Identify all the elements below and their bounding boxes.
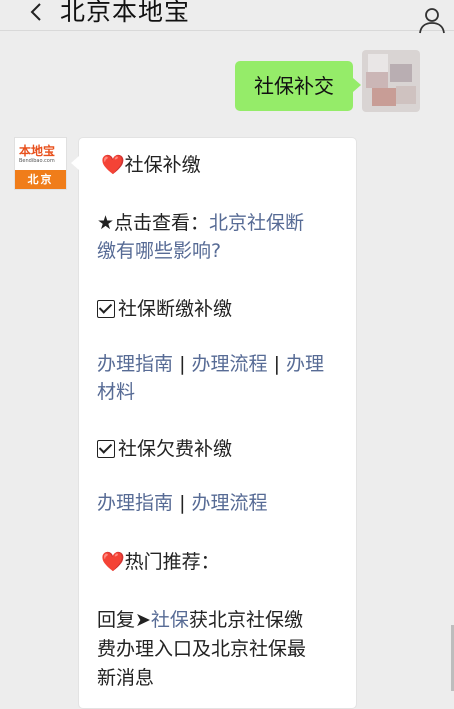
- logo-city: 北京: [15, 170, 66, 189]
- process-link[interactable]: 办理流程: [192, 492, 268, 514]
- section-hot-recommend: ❤️热门推荐：: [101, 551, 220, 573]
- arrears-links: 办理指南 | 办理流程: [97, 489, 268, 517]
- guide-link[interactable]: 办理指南: [97, 353, 173, 375]
- impact-link-cont[interactable]: 缴有哪些影响?: [97, 237, 221, 265]
- materials-link-cont[interactable]: 材料: [97, 378, 135, 406]
- bendibao-avatar[interactable]: 本地宝 Bendibao.com 北京: [14, 137, 67, 190]
- impact-link[interactable]: 北京社保断: [209, 212, 304, 234]
- star-line: ★点击查看：北京社保断: [97, 209, 304, 237]
- heart-icon: ❤️: [101, 551, 125, 573]
- break-pay-links: 办理指南 | 办理流程 | 办理: [97, 350, 324, 378]
- separator: |: [179, 353, 186, 375]
- my-message-bubble[interactable]: 社保补交: [235, 61, 361, 111]
- logo-text: 本地宝: [19, 144, 56, 158]
- separator: |: [273, 353, 280, 375]
- reply-rest: 获北京社保缴: [188, 609, 303, 631]
- chevron-left-icon[interactable]: [22, 0, 52, 28]
- section-social-security-pay: ❤️社保补缴: [101, 154, 201, 176]
- navigation-bar: 北京本地宝: [0, 0, 454, 34]
- reply-rest-line3: 新消息: [97, 667, 155, 689]
- reply-prefix: 回复➤: [97, 609, 151, 631]
- star-prefix: ★点击查看：: [97, 212, 210, 234]
- separator: |: [179, 492, 186, 514]
- section-arrears-pay: 社保欠费补缴: [97, 435, 232, 463]
- reply-bubble: ❤️社保补缴 ★点击查看：北京社保断 缴有哪些影响? 社保断缴补缴 办理指南 |…: [71, 137, 357, 709]
- logo-top: 本地宝 Bendibao.com: [15, 138, 66, 170]
- person-icon[interactable]: [416, 4, 448, 36]
- reply-rest-line2: 费办理入口及北京社保最: [97, 638, 307, 660]
- keyword-link[interactable]: 社保: [151, 609, 189, 631]
- checkbox-icon: [97, 440, 115, 458]
- my-avatar[interactable]: [362, 50, 420, 112]
- section-break-pay: 社保断缴补缴: [97, 295, 232, 323]
- heart-icon: ❤️: [101, 154, 125, 176]
- checkbox-icon: [97, 300, 115, 318]
- process-link[interactable]: 办理流程: [192, 353, 268, 375]
- chat-title: 北京本地宝: [60, 0, 191, 26]
- reply-keyword-line: 回复➤社保获北京社保缴: [97, 606, 303, 634]
- logo-subtext: Bendibao.com: [19, 158, 55, 164]
- my-message-text: 社保补交: [254, 74, 334, 98]
- materials-link[interactable]: 办理: [286, 353, 324, 375]
- guide-link[interactable]: 办理指南: [97, 492, 173, 514]
